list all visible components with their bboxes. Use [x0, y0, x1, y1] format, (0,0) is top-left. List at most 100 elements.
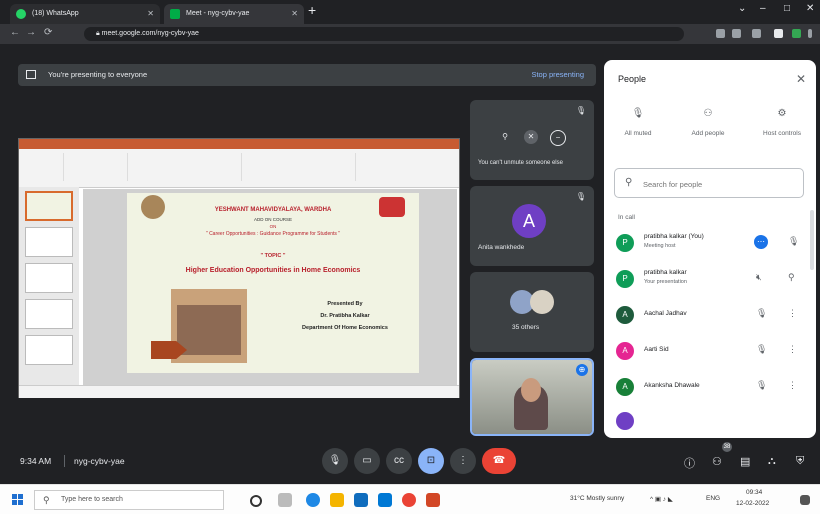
- url-field[interactable]: 🔒︎ meet.google.com/nyg-cybv-yae: [84, 27, 684, 41]
- ppt-title-bar: [19, 139, 459, 149]
- mic-icon[interactable]: 🎙︎: [788, 236, 799, 247]
- clock-time: 9:34 AM: [20, 456, 52, 466]
- tile-others[interactable]: 35 others: [470, 272, 594, 352]
- file-explorer-icon[interactable]: [330, 493, 344, 507]
- share-icon[interactable]: [732, 29, 741, 38]
- powerpoint-icon[interactable]: [426, 493, 440, 507]
- close-icon[interactable]: ✕: [291, 4, 298, 24]
- mic-button[interactable]: 🎙︎: [322, 448, 348, 474]
- edge-icon[interactable]: [306, 493, 320, 507]
- taskbar-clock-time[interactable]: 09:34: [746, 489, 762, 496]
- os-taskbar: ⚲ Type here to search 31°C Mostly sunny …: [0, 484, 820, 514]
- more-options-icon[interactable]: ⋮: [788, 308, 797, 319]
- mic-off-icon[interactable]: ✕: [524, 130, 538, 144]
- participant-row[interactable]: A Aachal Jadhav 🎙︎ ⋮: [604, 298, 816, 334]
- present-screen-icon: [26, 70, 36, 79]
- pin-icon[interactable]: ⊕: [576, 364, 588, 376]
- store-icon[interactable]: [354, 493, 368, 507]
- participant-row-partial[interactable]: [604, 406, 816, 438]
- pin-icon[interactable]: ⚲: [788, 272, 795, 283]
- taskbar-search[interactable]: ⚲ Type here to search: [34, 490, 224, 510]
- reload-icon[interactable]: ⟳: [44, 27, 52, 38]
- host-controls-icon[interactable]: ⛨: [796, 455, 804, 468]
- mic-off-icon[interactable]: 🎙︎: [756, 308, 767, 319]
- tile-anita[interactable]: 🎙︎ A Anita wankhede: [470, 186, 594, 266]
- scrollbar[interactable]: [810, 210, 814, 270]
- search-icon: ⚲: [625, 177, 633, 188]
- new-tab-icon[interactable]: +: [308, 2, 316, 18]
- mic-off-icon: 🎙︎: [575, 106, 586, 115]
- captions-button[interactable]: cc: [386, 448, 412, 474]
- participant-row[interactable]: A Akanksha Dhawale 🎙︎ ⋮: [604, 370, 816, 406]
- participant-row[interactable]: P pratibha kalkar (You) Meeting host ⋯ 🎙…: [604, 226, 816, 262]
- people-icon[interactable]: ⚇: [712, 455, 722, 468]
- extension-icon[interactable]: [774, 29, 783, 38]
- meet-stage: You're presenting to everyone Stop prese…: [0, 44, 820, 484]
- close-icon[interactable]: ✕: [796, 72, 806, 86]
- add-people-button[interactable]: ⚇ Add people: [678, 108, 738, 137]
- ribbon-group: [23, 153, 64, 181]
- slide-programme: " Career Opportunities : Guidance Progra…: [205, 231, 341, 237]
- activities-icon[interactable]: ⛬: [768, 455, 776, 468]
- tab-label: Meet - nyg-cybv-yae: [186, 10, 250, 17]
- screen: (18) WhatsApp ✕ Meet - nyg-cybv-yae ✕ + …: [0, 0, 820, 514]
- chat-icon[interactable]: ▤: [740, 455, 750, 468]
- language-indicator[interactable]: ENG: [706, 495, 720, 502]
- taskbar-clock-date[interactable]: 12-02-2022: [736, 500, 769, 507]
- slide-thumbnail: [25, 299, 73, 329]
- participant-row[interactable]: A Aarti Sid 🎙︎ ⋮: [604, 334, 816, 370]
- leave-call-button[interactable]: ☎︎: [482, 448, 516, 474]
- slide-thumbnail: [25, 191, 73, 221]
- tray-icons[interactable]: ^ ▣ ♪ ◣: [650, 495, 673, 503]
- tab-meet[interactable]: Meet - nyg-cybv-yae ✕: [164, 4, 304, 24]
- cortana-icon[interactable]: [250, 495, 262, 507]
- camera-indicator-icon[interactable]: [716, 29, 725, 38]
- windows-start-icon[interactable]: [12, 494, 24, 506]
- weather-widget[interactable]: 31°C Mostly sunny: [570, 495, 624, 502]
- avatar: A: [616, 306, 634, 324]
- more-options-icon[interactable]: ⋮: [788, 380, 797, 391]
- more-options-button[interactable]: ⋮: [450, 448, 476, 474]
- stop-presenting-button[interactable]: Stop presenting: [531, 64, 584, 86]
- mic-off-icon[interactable]: 🎙︎: [756, 344, 767, 355]
- menu-icon[interactable]: [808, 29, 812, 38]
- whatsapp-icon: [16, 9, 26, 19]
- task-view-icon[interactable]: [278, 493, 292, 507]
- avatar: A: [616, 378, 634, 396]
- participant-row[interactable]: P pratibha kalkar Your presentation 🔇︎ ⚲: [604, 262, 816, 298]
- back-icon[interactable]: ←: [10, 27, 20, 38]
- pin-icon[interactable]: ⚲: [498, 130, 512, 144]
- chrome-icon[interactable]: [402, 493, 416, 507]
- tile-self-video[interactable]: ⊕: [470, 358, 594, 436]
- slide-thumbnail: [25, 263, 73, 293]
- participant-role: Your presentation: [644, 279, 687, 285]
- mic-off-icon[interactable]: 🎙︎: [756, 380, 767, 391]
- participant-name: Aarti Sid: [644, 346, 669, 353]
- volume-off-icon[interactable]: 🔇︎: [756, 272, 762, 283]
- avatar: P: [616, 234, 634, 252]
- mail-icon[interactable]: [378, 493, 392, 507]
- more-options-icon[interactable]: ⋮: [788, 344, 797, 355]
- search-box: ⚲: [614, 168, 804, 198]
- search-input[interactable]: [641, 176, 795, 192]
- tab-whatsapp[interactable]: (18) WhatsApp ✕: [10, 4, 160, 24]
- meet-icon: [170, 9, 180, 19]
- present-button[interactable]: ⊡: [418, 448, 444, 474]
- minimize-icon[interactable]: –: [760, 3, 766, 14]
- maximize-icon[interactable]: □: [784, 3, 790, 14]
- notifications-icon[interactable]: [800, 495, 810, 505]
- info-icon[interactable]: ⓘ: [684, 455, 695, 471]
- close-icon[interactable]: ✕: [147, 4, 154, 24]
- remove-icon[interactable]: −: [550, 130, 566, 146]
- slide-presenter: Dr. Pratibha Kalkar: [320, 313, 370, 319]
- all-muted-action[interactable]: 🎙︎ All muted: [608, 108, 668, 137]
- mic-off-icon: 🎙︎: [575, 192, 586, 201]
- forward-icon[interactable]: →: [26, 27, 36, 38]
- close-icon[interactable]: ✕: [806, 3, 814, 14]
- profile-icon[interactable]: [792, 29, 801, 38]
- chevron-down-icon[interactable]: ⌄: [738, 3, 746, 14]
- taskbar-search-placeholder: Type here to search: [61, 496, 123, 503]
- camera-button[interactable]: ▭: [354, 448, 380, 474]
- host-controls-button[interactable]: ⚙︎ Host controls: [752, 108, 812, 137]
- star-icon[interactable]: [752, 29, 761, 38]
